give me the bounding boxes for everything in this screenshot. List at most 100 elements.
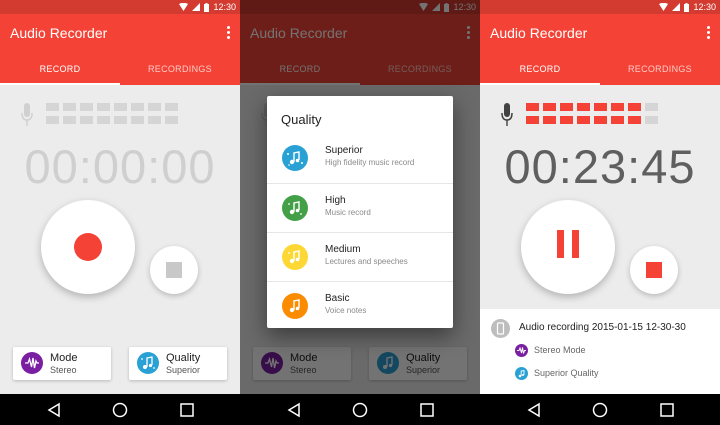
overflow-menu-icon[interactable] xyxy=(225,26,231,42)
tab-record[interactable]: RECORD xyxy=(0,64,120,74)
quality-option-description: Music record xyxy=(325,208,371,217)
quality-selector[interactable]: Quality Superior xyxy=(129,347,227,380)
quality-option-name: High xyxy=(325,195,346,206)
recording-timer: 00:23:45 xyxy=(504,140,696,193)
navigation-bar xyxy=(0,394,240,425)
navigation-bar xyxy=(480,394,720,425)
back-icon[interactable] xyxy=(286,402,302,418)
wifi-icon xyxy=(659,3,669,11)
level-segment xyxy=(577,116,590,124)
status-time: 12:30 xyxy=(693,2,716,12)
level-segment xyxy=(80,103,93,111)
quality-dialog: Quality Superior High fidelity music rec… xyxy=(267,96,453,328)
tab-indicator xyxy=(0,83,120,85)
pause-icon xyxy=(557,230,564,258)
level-segment xyxy=(560,116,573,124)
pause-icon xyxy=(572,230,579,258)
superior-quality-icon xyxy=(282,145,308,171)
stereo-mode-icon xyxy=(515,344,528,357)
level-segment xyxy=(543,116,556,124)
signal-icon xyxy=(192,3,201,11)
microphone-icon xyxy=(501,103,513,126)
level-segment xyxy=(560,103,573,111)
quality-option-description: High fidelity music record xyxy=(325,158,415,167)
level-segment xyxy=(526,103,539,111)
recording-name: Audio recording 2015-01-15 12-30-30 xyxy=(519,322,686,333)
mode-value: Stereo xyxy=(50,365,77,375)
home-icon[interactable] xyxy=(112,402,128,418)
quality-option-name: Basic xyxy=(325,293,350,304)
mode-selector[interactable]: Mode Stereo xyxy=(13,347,111,380)
wifi-icon xyxy=(179,3,189,11)
level-segment xyxy=(131,116,144,124)
microphone-icon xyxy=(21,103,33,126)
level-segment xyxy=(148,103,161,111)
high-quality-icon xyxy=(282,195,308,221)
level-segment xyxy=(165,103,178,111)
quality-option-superior[interactable]: Superior High fidelity music record xyxy=(267,134,453,183)
tab-recordings[interactable]: RECORDINGS xyxy=(600,64,720,74)
tab-indicator xyxy=(480,83,600,85)
level-segment xyxy=(577,103,590,111)
level-segment xyxy=(594,116,607,124)
home-icon[interactable] xyxy=(592,402,608,418)
quality-option-medium[interactable]: Medium Lectures and speeches xyxy=(267,232,453,281)
basic-quality-icon xyxy=(282,293,308,319)
level-segment xyxy=(114,116,127,124)
status-bar: 12:30 xyxy=(480,0,720,14)
recents-icon[interactable] xyxy=(419,402,435,418)
level-segment xyxy=(97,103,110,111)
status-time: 12:30 xyxy=(213,2,236,12)
quality-label: Quality xyxy=(166,352,201,364)
navigation-bar xyxy=(240,394,480,425)
medium-quality-icon xyxy=(282,244,308,270)
quality-option-basic[interactable]: Basic Voice notes xyxy=(267,281,453,330)
quality-icon xyxy=(515,367,528,380)
signal-icon xyxy=(672,3,681,11)
tab-recordings[interactable]: RECORDINGS xyxy=(120,64,240,74)
record-screen-idle: 12:30 Audio Recorder RECORD RECORDINGS 0… xyxy=(0,0,240,425)
pause-button[interactable] xyxy=(521,200,615,294)
stop-icon xyxy=(166,262,182,278)
level-segment xyxy=(114,103,127,111)
level-meter xyxy=(46,103,216,125)
home-icon[interactable] xyxy=(352,402,368,418)
quality-option-high[interactable]: High Music record xyxy=(267,183,453,232)
mode-label: Mode xyxy=(50,352,78,364)
level-segment xyxy=(46,116,59,124)
stop-icon xyxy=(646,262,662,278)
recording-card[interactable]: Audio recording 2015-01-15 12-30-30 Ster… xyxy=(480,309,720,394)
quality-option-description: Voice notes xyxy=(325,306,367,315)
recents-icon[interactable] xyxy=(659,402,675,418)
quality-icon xyxy=(137,352,159,374)
level-segment xyxy=(611,103,624,111)
level-segment xyxy=(645,103,658,111)
dialog-title: Quality xyxy=(281,112,322,127)
quality-option-name: Medium xyxy=(325,244,361,255)
level-segment xyxy=(63,116,76,124)
level-meter xyxy=(526,103,696,125)
level-segment xyxy=(543,103,556,111)
tab-record[interactable]: RECORD xyxy=(480,64,600,74)
stop-button[interactable] xyxy=(630,246,678,294)
app-title: Audio Recorder xyxy=(10,25,108,41)
battery-icon xyxy=(684,2,690,12)
record-button[interactable] xyxy=(41,200,135,294)
back-icon[interactable] xyxy=(526,402,542,418)
level-segment xyxy=(628,103,641,111)
recording-quality: Superior Quality xyxy=(534,368,599,378)
recording-timer: 00:00:00 xyxy=(24,140,216,193)
record-screen-active: 12:30 Audio Recorder RECORD RECORDINGS 0… xyxy=(480,0,720,425)
level-segment xyxy=(594,103,607,111)
recording-mode: Stereo Mode xyxy=(534,345,586,355)
app-bar: Audio Recorder RECORD RECORDINGS xyxy=(0,14,240,85)
level-segment xyxy=(165,116,178,124)
back-icon[interactable] xyxy=(46,402,62,418)
quality-dialog-screen: 12:30 Audio Recorder RECORD RECORDINGS 0… xyxy=(240,0,480,425)
stop-button[interactable] xyxy=(150,246,198,294)
recents-icon[interactable] xyxy=(179,402,195,418)
app-bar: Audio Recorder RECORD RECORDINGS xyxy=(480,14,720,85)
phone-icon xyxy=(491,319,510,338)
overflow-menu-icon[interactable] xyxy=(705,26,711,42)
status-bar: 12:30 xyxy=(0,0,240,14)
